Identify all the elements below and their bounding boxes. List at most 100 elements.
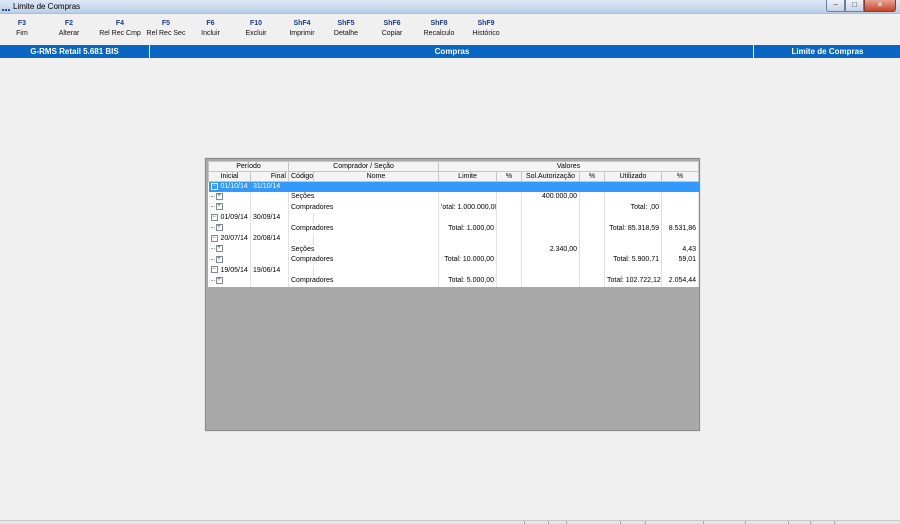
cell-final: 20/08/14 [250,234,289,245]
toolbar-key-label: F3 [17,20,27,27]
cell-sol-pct [579,202,606,213]
toolbar-button-alterar[interactable]: F2 Alterar [42,15,96,44]
cell-utilizado-pct [661,192,700,203]
plus-box-icon[interactable]: + [215,245,223,253]
period-row[interactable]: −20/07/14 20/08/14 [208,234,700,245]
toolbar-button-fim[interactable]: F3 Fim [2,15,42,44]
cell-empty [496,213,523,224]
column-header-nome[interactable]: Nome [312,171,440,182]
detail-row[interactable]: + Compradores Total: 10.000,00 Total: 5.900… [208,255,700,266]
period-start-text: 01/09/14 [220,214,248,222]
minus-box-icon[interactable]: − [210,266,218,274]
status-bar [0,520,900,524]
detail-row[interactable]: + Compradores Total: 1.000,00 Total: 85.318… [208,223,700,234]
cell-sol-pct [579,223,606,234]
column-header-final[interactable]: Final [250,171,289,182]
period-row[interactable]: −01/10/14 31/10/14 [208,181,700,192]
cell-empty [438,265,498,276]
column-header-sol-pct[interactable]: % [579,171,606,182]
tree-connector [210,227,215,229]
cell-utilizado-pct [661,202,700,213]
cell-nome: Seções [288,244,440,255]
cell-empty [288,234,314,245]
cell-nome: Compradores [288,276,440,287]
minus-box-icon[interactable]: − [210,213,218,221]
period-start-text: 01/10/14 [220,183,248,190]
cell-sol-autorizacao [521,276,581,287]
cell-empty [521,213,581,224]
minus-box-icon[interactable]: − [210,234,218,242]
cell-final [250,276,289,287]
window-controls: – □ × [826,0,896,12]
cell-limite-pct [496,244,523,255]
toolbar-button-detalhe[interactable]: ShF5 Detalhe [325,15,367,44]
column-header-utilizado-pct[interactable]: % [661,171,700,182]
toolbar-button-incluir[interactable]: F6 Incluir [188,15,233,44]
maximize-icon[interactable]: □ [845,0,864,12]
minus-box-icon[interactable]: − [210,182,218,190]
toolbar-key-label: ShF8 [430,20,448,27]
cell-tree: + [208,276,251,287]
cell-inicial: −20/07/14 [208,234,251,245]
toolbar-button-recalculo[interactable]: ShF8 Recalculo [417,15,461,44]
column-header-limite[interactable]: Limite [438,171,498,182]
screen-name-label: Limite de Compras [791,47,864,56]
cell-limite-pct [496,192,523,203]
cell-empty [496,265,523,276]
close-icon[interactable]: × [864,0,896,12]
detail-row[interactable]: + Seções 400.000,00 [208,192,700,203]
column-header-utilizado[interactable]: Utilizado [604,171,663,182]
cell-tree: + [208,223,251,234]
toolbar-key-label: F5 [161,20,171,27]
period-start-text: 20/07/14 [220,235,248,243]
toolbar-button-label: Recalculo [423,30,455,37]
cell-limite: 'otal: 1.000.000,00 [438,202,498,213]
period-row[interactable]: −19/05/14 19/06/14 [208,265,700,276]
cell-empty [604,181,663,192]
cell-tree: + [208,192,251,203]
cell-empty [313,265,440,276]
cell-nome: Seções [288,192,440,203]
plus-box-icon[interactable]: + [215,224,223,232]
column-header-inicial[interactable]: Inicial [208,171,251,182]
cell-final [250,202,289,213]
plus-box-icon[interactable]: + [215,255,223,263]
toolbar-button-rel-rec-cmp[interactable]: F4 Rel Rec Cmp [96,15,144,44]
cell-utilizado-pct: 59,01 [661,255,700,266]
toolbar-button-imprimir[interactable]: ShF4 Imprimir [279,15,325,44]
cell-final [250,244,289,255]
cell-empty [313,181,440,192]
toolbar-key-label: ShF5 [337,20,355,27]
cell-empty [579,234,606,245]
detail-row[interactable]: + Seções 2.340,00 4,43 [208,244,700,255]
period-row[interactable]: −01/09/14 30/09/14 [208,213,700,224]
toolbar-button-copiar[interactable]: ShF6 Copiar [367,15,417,44]
cell-limite [438,192,498,203]
column-header-sol-autorizacao[interactable]: Sol.Autorização [521,171,581,182]
minimize-icon[interactable]: – [826,0,845,12]
column-header-codigo[interactable]: Código [288,171,314,182]
tree-connector [210,195,215,197]
cell-sol-autorizacao [521,223,581,234]
plus-box-icon[interactable]: + [215,192,223,200]
cell-utilizado-pct: 4,43 [661,244,700,255]
toolbar-button-label: Detalhe [333,30,359,37]
column-header-limite-pct[interactable]: % [496,171,523,182]
cell-empty [661,213,700,224]
cell-sol-pct [579,276,606,287]
cell-limite [438,244,498,255]
toolbar-button-hist-rico[interactable]: ShF9 Histórico [461,15,511,44]
cell-limite-pct [496,255,523,266]
cell-limite-pct [496,223,523,234]
cell-inicial: −19/05/14 [208,265,251,276]
toolbar-button-excluir[interactable]: F10 Excluir [233,15,279,44]
detail-row[interactable]: + Compradores Total: 5.000,00 Total: 102.72… [208,276,700,287]
toolbar-key-label: ShF4 [293,20,311,27]
tree-connector [210,206,215,208]
detail-row[interactable]: + Compradores'otal: 1.000.000,00 Total: ,0… [208,202,700,213]
cell-empty [604,265,663,276]
plus-box-icon[interactable]: + [215,276,223,284]
plus-box-icon[interactable]: + [215,203,223,211]
toolbar-button-label: Copiar [381,30,403,37]
toolbar-button-rel-rec-sec[interactable]: F5 Rel Rec Sec [144,15,188,44]
